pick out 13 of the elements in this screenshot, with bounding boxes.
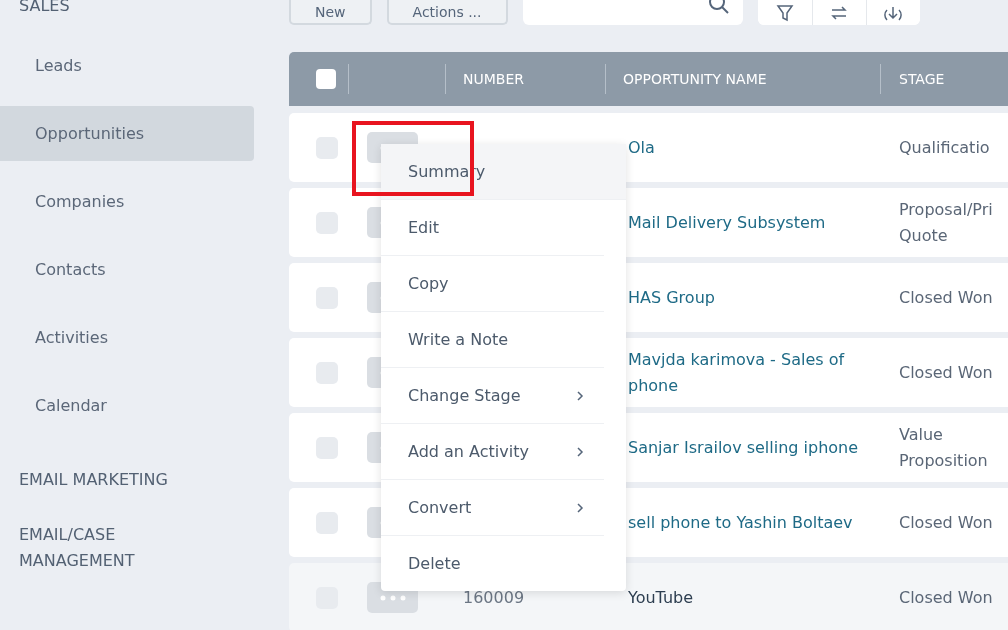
menu-item-label: Copy bbox=[408, 274, 449, 293]
table-cell-text: Proposal/Pri Quote bbox=[899, 198, 994, 247]
menu-item-label: Change Stage bbox=[408, 386, 521, 405]
table-cell: 160009 bbox=[463, 588, 525, 607]
table-cell-text: Qualificatio bbox=[899, 136, 991, 159]
menu-item-label: Add an Activity bbox=[408, 442, 529, 461]
table-cell-text: Closed Won bbox=[899, 586, 994, 609]
table-cell-text: Closed Won bbox=[899, 511, 994, 534]
menu-item-label: Convert bbox=[408, 498, 472, 517]
table-cell-text: Closed Won bbox=[899, 286, 994, 309]
table-cell-text: Value Proposition bbox=[899, 423, 989, 472]
table-cell-text: Closed Won bbox=[899, 361, 994, 384]
menu-item-label: Edit bbox=[408, 218, 439, 237]
